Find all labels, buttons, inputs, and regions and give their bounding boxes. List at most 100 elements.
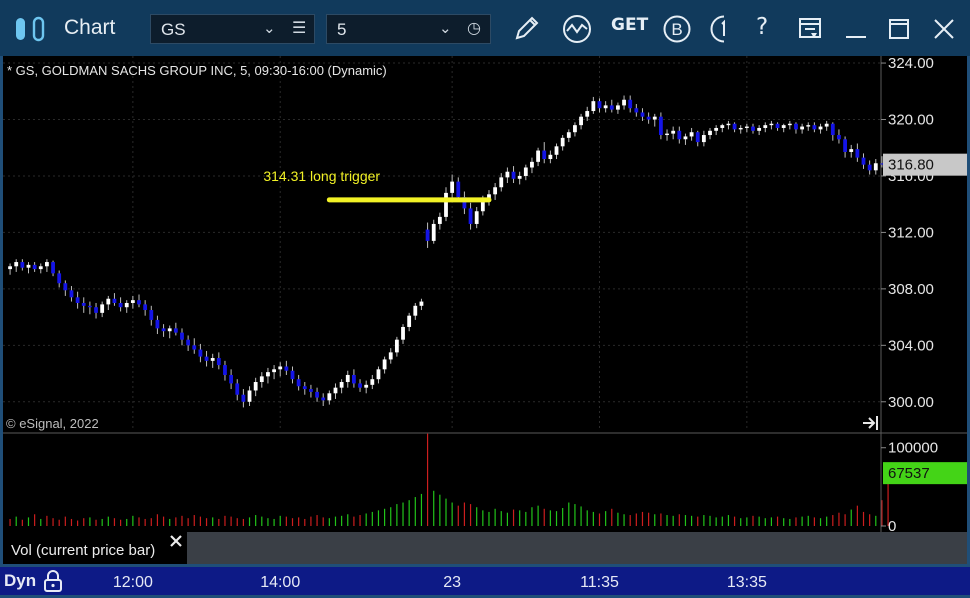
candle-body: [345, 374, 350, 383]
get-data-icon[interactable]: GET: [611, 15, 648, 35]
chevron-down-icon[interactable]: ⌄: [439, 19, 452, 37]
candle-body: [818, 126, 823, 130]
b-label: B: [671, 20, 682, 39]
candle-body: [505, 171, 510, 178]
chart-frame: 324.00 320.00 316.00 312.00 308.00 304.00 300.…: [3, 55, 967, 565]
candle-body: [327, 393, 332, 401]
candle-body: [499, 177, 504, 188]
candle-body: [542, 150, 547, 160]
candle-body: [763, 125, 768, 128]
maximize-icon[interactable]: [886, 16, 912, 46]
candle-body: [302, 386, 307, 390]
candle-body: [32, 264, 37, 270]
candle-body: [75, 297, 80, 303]
candle-body: [223, 365, 227, 375]
candle-body: [554, 146, 559, 155]
candle-body: [530, 161, 534, 168]
candle-body: [701, 135, 706, 143]
help-label: ?: [756, 14, 769, 40]
chart-area[interactable]: 324.00320.00316.00312.00308.00304.00300.…: [3, 55, 967, 565]
candle-body: [118, 302, 123, 308]
long-trigger-label: 314.31 long trigger: [263, 168, 380, 184]
candle-body: [781, 125, 786, 128]
time-tick-label: 12:00: [113, 574, 153, 591]
close-icon[interactable]: [931, 16, 957, 46]
candle-body: [732, 123, 737, 130]
candle-body: [800, 126, 805, 130]
candle-body: [186, 339, 191, 346]
candle-body: [830, 123, 835, 136]
minimize-icon[interactable]: [843, 16, 869, 46]
candle-body: [143, 304, 148, 311]
candle-body: [57, 273, 62, 284]
candle-body: [695, 132, 700, 143]
candle-body: [407, 315, 412, 327]
candle-body: [284, 366, 289, 371]
candle-body: [683, 136, 688, 140]
candle-body: [413, 305, 418, 316]
price-tick-label: 312.00: [888, 224, 934, 241]
candle-body: [419, 301, 424, 306]
candle-body: [849, 149, 854, 152]
candle-body: [401, 326, 405, 340]
candle-body: [351, 374, 356, 384]
window-menu-icon[interactable]: [797, 16, 823, 46]
candle-body: [536, 150, 541, 162]
candle-body: [646, 116, 651, 120]
interval-value: 5: [337, 20, 347, 39]
candle-body: [628, 99, 633, 109]
price-tick-label: 308.00: [888, 281, 934, 298]
candle-body: [315, 391, 319, 398]
interval-combo[interactable]: 5 ⌄ ◷: [326, 14, 491, 44]
candle-body: [787, 123, 792, 126]
price-tick-label: 324.00: [888, 56, 934, 72]
chevron-down-icon[interactable]: ⌄: [263, 19, 276, 37]
pencil-icon[interactable]: [512, 13, 542, 47]
candle-body: [585, 111, 590, 117]
candle-body: [511, 171, 516, 179]
study-icon[interactable]: [561, 13, 593, 49]
candle-body: [634, 108, 639, 113]
candle-body: [278, 366, 283, 370]
candle-body: [837, 135, 841, 140]
candle-body: [609, 105, 614, 110]
candle-body: [806, 125, 811, 127]
list-icon[interactable]: ☰: [292, 18, 306, 37]
candle-body: [63, 283, 68, 291]
candle-body: [689, 132, 694, 137]
time-axis: 12:00 14:00 23 11:35 13:35: [113, 574, 767, 591]
candle-body: [658, 116, 663, 136]
b-circle-icon[interactable]: B: [662, 14, 692, 48]
time-tick-label: 11:35: [580, 574, 619, 591]
volume-tick-label: 100000: [888, 440, 938, 457]
candle-body: [677, 130, 682, 140]
candle-body: [290, 370, 295, 380]
candle-body: [640, 112, 645, 117]
candle-body: [26, 264, 31, 268]
candle-body: [751, 126, 755, 131]
last-price-label: 316.80: [888, 157, 934, 174]
candle-body: [769, 123, 774, 126]
partial-circle-icon[interactable]: [709, 14, 731, 48]
help-icon[interactable]: ?: [756, 14, 768, 40]
symbol-combo[interactable]: GS ⌄ ☰: [150, 14, 315, 44]
candle-body: [493, 187, 498, 195]
chart-header: * GS, GOLDMAN SACHS GROUP INC, 5, 09:30-…: [7, 63, 387, 78]
candle-body: [173, 328, 178, 333]
candle-body: [450, 181, 455, 193]
candle-body: [266, 372, 270, 377]
time-tick-label: 14:00: [260, 574, 300, 591]
candle-body: [333, 387, 338, 394]
clock-icon[interactable]: ◷: [467, 18, 481, 37]
get-label: GET: [611, 15, 649, 35]
candle-body: [382, 359, 387, 370]
candle-body: [229, 374, 234, 384]
candle-body: [8, 266, 12, 270]
candle-body: [38, 266, 43, 270]
candle-body: [180, 332, 184, 340]
candle-body: [81, 302, 86, 306]
candle-body: [726, 123, 731, 126]
candle-body: [106, 298, 111, 305]
candle-body: [665, 133, 669, 136]
price-plot-bg: [3, 56, 881, 430]
